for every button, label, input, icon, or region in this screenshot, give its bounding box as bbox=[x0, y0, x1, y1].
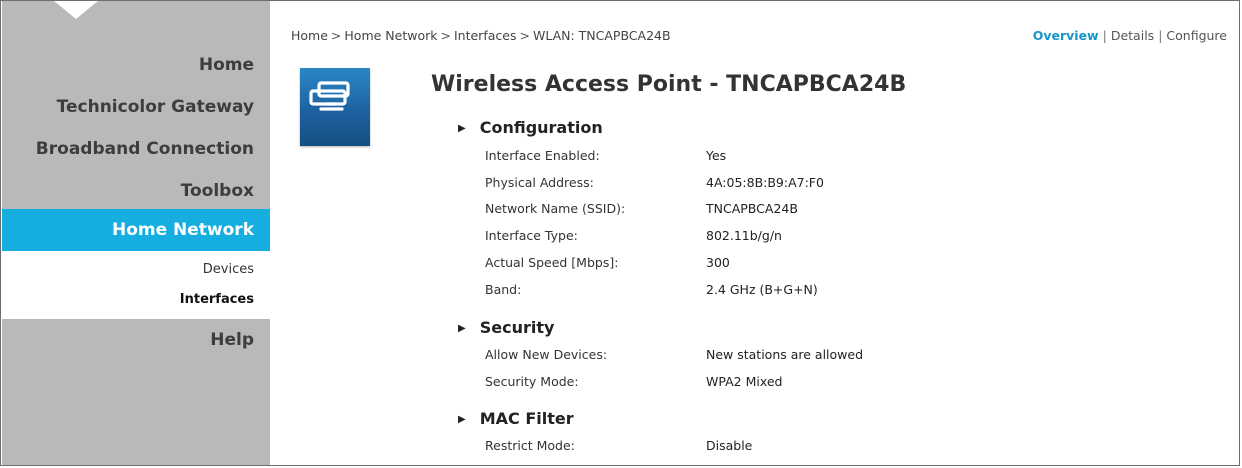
band-label: Band: bbox=[485, 282, 522, 297]
expand-arrow-icon: ▶ bbox=[458, 323, 466, 334]
wireless-access-point-glyph bbox=[309, 81, 350, 111]
security-mode-value: WPA2 Mixed bbox=[706, 374, 783, 389]
sidebar: Home Technicolor Gateway Broadband Conne… bbox=[2, 1, 270, 465]
view-link-divider: | bbox=[1102, 28, 1107, 43]
band-value: 2.4 GHz (B+G+N) bbox=[706, 282, 818, 297]
wireless-access-point-icon bbox=[300, 68, 370, 146]
sidebar-subitem-devices[interactable]: Devices bbox=[203, 262, 254, 277]
sidebar-item-home-network[interactable]: Home Network bbox=[2, 209, 270, 251]
sidebar-subnav: Devices Interfaces bbox=[2, 251, 270, 319]
network-name-value: TNCAPBCA24B bbox=[706, 201, 798, 216]
network-name-label: Network Name (SSID): bbox=[485, 201, 626, 216]
page-title: Wireless Access Point - TNCAPBCA24B bbox=[431, 72, 907, 97]
sidebar-item-help[interactable]: Help bbox=[210, 330, 254, 350]
section-title: MAC Filter bbox=[479, 409, 574, 428]
section-security[interactable]: ▶ Security bbox=[458, 318, 554, 337]
expand-arrow-icon: ▶ bbox=[458, 414, 466, 425]
view-link-divider: | bbox=[1158, 28, 1163, 43]
physical-address-label: Physical Address: bbox=[485, 175, 594, 190]
allow-new-devices-value: New stations are allowed bbox=[706, 347, 864, 362]
sidebar-item-technicolor-gateway[interactable]: Technicolor Gateway bbox=[57, 97, 254, 117]
view-links: Overview | Details | Configure bbox=[1033, 28, 1227, 43]
restrict-mode-label: Restrict Mode: bbox=[485, 438, 575, 453]
physical-address-value: 4A:05:8B:B9:A7:F0 bbox=[706, 175, 824, 190]
actual-speed-label: Actual Speed [Mbps]: bbox=[485, 255, 619, 270]
details-link[interactable]: Details bbox=[1111, 28, 1154, 43]
interface-enabled-label: Interface Enabled: bbox=[485, 148, 600, 163]
restrict-mode-value: Disable bbox=[706, 438, 753, 453]
security-mode-label: Security Mode: bbox=[485, 374, 579, 389]
breadcrumb-current: WLAN: TNCAPBCA24B bbox=[532, 28, 671, 43]
section-title: Security bbox=[479, 318, 555, 337]
sidebar-item-home[interactable]: Home bbox=[199, 55, 254, 75]
sidebar-item-toolbox[interactable]: Toolbox bbox=[181, 181, 254, 201]
sidebar-item-broadband-connection[interactable]: Broadband Connection bbox=[36, 139, 254, 159]
expand-arrow-icon: ▶ bbox=[458, 123, 466, 134]
section-configuration[interactable]: ▶ Configuration bbox=[458, 118, 603, 137]
section-mac-filter[interactable]: ▶ MAC Filter bbox=[458, 409, 574, 428]
sidebar-item-label: Home Network bbox=[111, 220, 254, 240]
actual-speed-value: 300 bbox=[706, 255, 730, 270]
allow-new-devices-label: Allow New Devices: bbox=[485, 347, 608, 362]
overview-link[interactable]: Overview bbox=[1033, 28, 1099, 43]
breadcrumb-separator: > bbox=[330, 28, 342, 43]
page-frame: Home Technicolor Gateway Broadband Conne… bbox=[0, 0, 1240, 466]
sidebar-subitem-interfaces[interactable]: Interfaces bbox=[180, 292, 254, 307]
interface-type-label: Interface Type: bbox=[485, 228, 578, 243]
interface-type-value: 802.11b/g/n bbox=[706, 228, 782, 243]
interface-enabled-value: Yes bbox=[706, 148, 727, 163]
sidebar-notch bbox=[54, 1, 98, 19]
breadcrumb-home-network[interactable]: Home Network bbox=[344, 28, 437, 43]
breadcrumb-home[interactable]: Home bbox=[291, 28, 328, 43]
configure-link[interactable]: Configure bbox=[1166, 28, 1227, 43]
breadcrumb-interfaces[interactable]: Interfaces bbox=[454, 28, 516, 43]
breadcrumb: Home > Home Network > Interfaces > WLAN: TNCAP… bbox=[291, 28, 671, 43]
section-title: Configuration bbox=[479, 118, 603, 137]
breadcrumb-separator: > bbox=[519, 28, 530, 43]
breadcrumb-separator: > bbox=[440, 28, 451, 43]
